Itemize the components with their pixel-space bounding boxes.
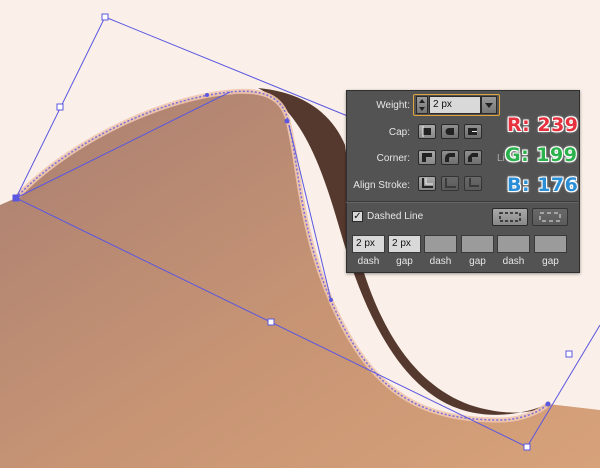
weight-input[interactable]: 2 px	[429, 96, 481, 114]
align-stroke-label: Align Stroke:	[353, 180, 410, 191]
round-cap-icon	[445, 128, 454, 135]
green-value-readout: G: 199	[505, 144, 578, 166]
align-dash-corners-icon	[539, 212, 561, 222]
cap-label: Cap:	[388, 127, 410, 138]
weight-dropdown-button[interactable]	[481, 96, 497, 114]
dash-label-1: dash	[357, 256, 380, 267]
gap-label-1: gap	[396, 256, 413, 267]
gap-label-3: gap	[542, 256, 559, 267]
dashed-line-label: Dashed Line	[367, 211, 424, 222]
align-center-button[interactable]	[418, 176, 436, 191]
dash-label-2: dash	[429, 256, 452, 267]
bevel-join-icon	[468, 153, 478, 162]
blue-value-readout: B: 176	[507, 174, 579, 196]
gap-field-2[interactable]	[461, 235, 494, 253]
align-outside-icon	[469, 178, 479, 187]
panel-separator	[346, 201, 578, 203]
dash-field-3[interactable]	[497, 235, 530, 253]
gap-label-2: gap	[469, 256, 486, 267]
dash-field-2[interactable]	[424, 235, 457, 253]
align-outside-button[interactable]	[464, 176, 482, 191]
weight-stepper[interactable]	[416, 96, 428, 114]
align-inside-icon	[445, 178, 456, 188]
dash-label-3: dash	[502, 256, 525, 267]
butt-cap-button[interactable]	[418, 124, 436, 139]
red-value-readout: R: 239	[507, 114, 579, 136]
preserve-dash-icon	[499, 212, 521, 222]
align-dash-corners-button[interactable]	[532, 208, 568, 226]
dashed-line-checkbox[interactable]: ✓	[352, 211, 363, 222]
align-center-icon	[422, 178, 433, 188]
preserve-dash-button[interactable]	[492, 208, 528, 226]
round-cap-button[interactable]	[441, 124, 459, 139]
gap-field-1[interactable]: 2 px	[388, 235, 421, 253]
chevron-down-icon	[485, 103, 493, 108]
round-join-icon	[445, 153, 455, 162]
projecting-cap-icon	[468, 128, 477, 135]
bevel-join-button[interactable]	[464, 150, 482, 165]
dash-field-1[interactable]: 2 px	[352, 235, 385, 253]
miter-join-icon	[422, 153, 432, 162]
gap-field-3[interactable]	[534, 235, 567, 253]
align-inside-button[interactable]	[441, 176, 459, 191]
butt-cap-icon	[422, 126, 431, 137]
corner-label: Corner:	[376, 153, 410, 164]
stepper-arrows-icon	[419, 99, 425, 111]
projecting-cap-button[interactable]	[464, 124, 482, 139]
miter-join-button[interactable]	[418, 150, 436, 165]
weight-label: Weight:	[376, 100, 410, 111]
round-join-button[interactable]	[441, 150, 459, 165]
